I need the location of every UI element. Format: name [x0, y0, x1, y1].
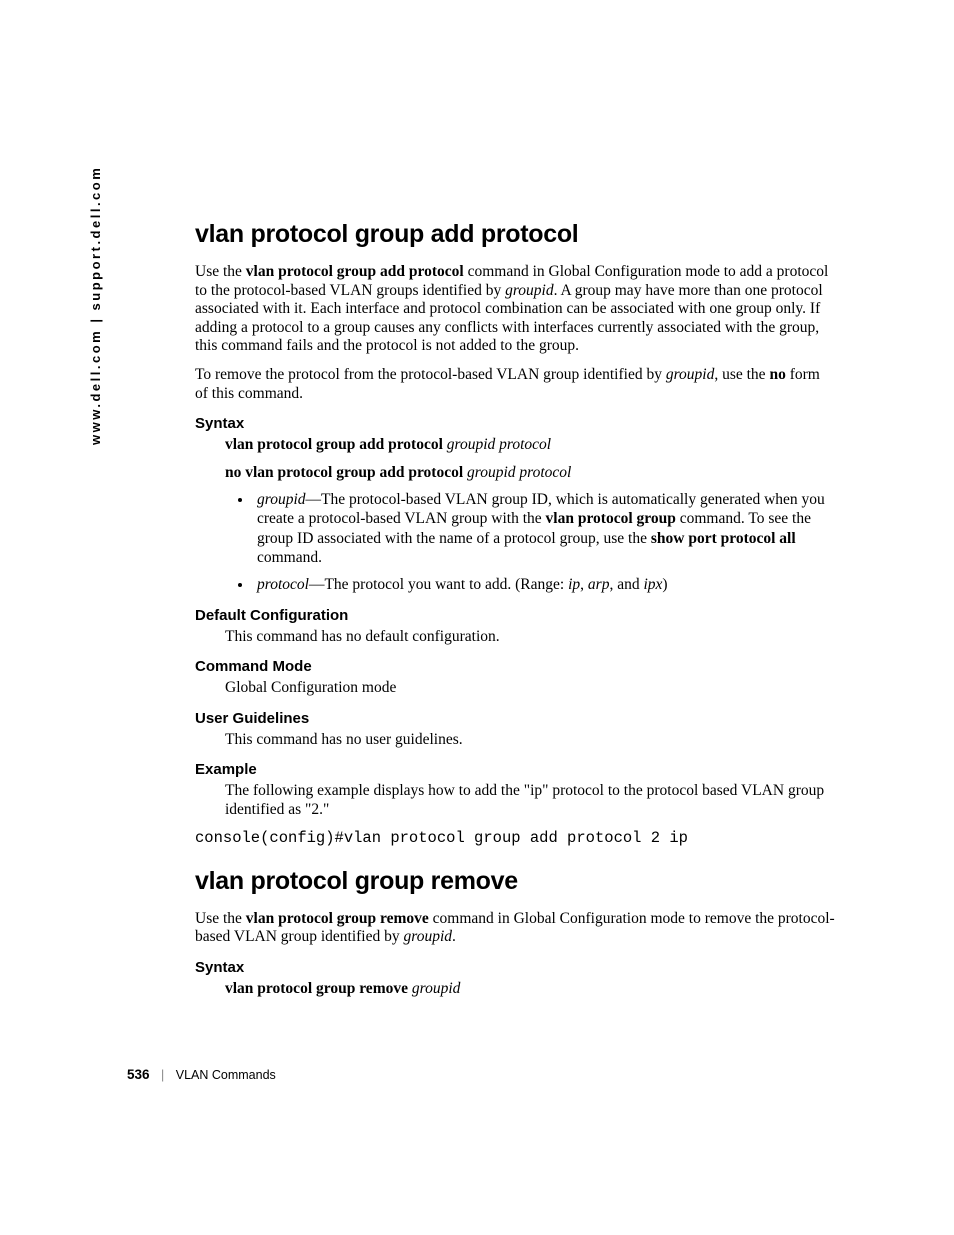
footer-separator: |: [161, 1068, 164, 1082]
command-name: no vlan protocol group add protocol: [225, 464, 463, 481]
example-text: The following example displays how to ad…: [225, 781, 835, 820]
list-item: groupid—The protocol-based VLAN group ID…: [253, 490, 835, 568]
text: ,: [580, 576, 588, 593]
param-groupid: groupid: [257, 491, 306, 508]
example-label: Example: [195, 761, 835, 778]
command-name: show port protocol all: [651, 530, 796, 547]
syntax-label-2: Syntax: [195, 959, 835, 976]
param-groupid: groupid: [404, 928, 453, 945]
command-name: vlan protocol group add protocol: [225, 436, 443, 453]
command-mode-text: Global Configuration mode: [225, 678, 835, 697]
syntax-line-1: vlan protocol group add protocol groupid…: [225, 435, 835, 454]
syntax-params-list: groupid—The protocol-based VLAN group ID…: [195, 490, 835, 595]
text: command.: [257, 549, 322, 566]
value-ipx: ipx: [643, 576, 662, 593]
page-number: 536: [127, 1067, 150, 1082]
param-protocol: protocol: [257, 576, 309, 593]
page-content: vlan protocol group add protocol Use the…: [195, 220, 835, 1006]
command-args: groupid protocol: [447, 436, 551, 453]
command-args: groupid protocol: [467, 464, 571, 481]
command-name: vlan protocol group add protocol: [246, 263, 464, 280]
command-name: vlan protocol group: [546, 510, 676, 527]
command-name: vlan protocol group remove: [246, 910, 429, 927]
section2-heading: vlan protocol group remove: [195, 867, 835, 896]
text: , use the: [714, 366, 769, 383]
text: , and: [609, 576, 643, 593]
page-footer: 536 | VLAN Commands: [127, 1067, 276, 1082]
command-name: vlan protocol group remove: [225, 980, 408, 997]
section1-heading: vlan protocol group add protocol: [195, 220, 835, 249]
sidebar-url: www.dell.com | support.dell.com: [88, 166, 103, 445]
list-item: protocol—The protocol you want to add. (…: [253, 575, 835, 594]
section2-para1: Use the vlan protocol group remove comma…: [195, 910, 835, 947]
syntax-line-2: no vlan protocol group add protocol grou…: [225, 463, 835, 482]
text: Use the: [195, 910, 246, 927]
param-groupid: groupid: [505, 282, 554, 299]
user-guidelines-text: This command has no user guidelines.: [225, 730, 835, 749]
command-mode-label: Command Mode: [195, 658, 835, 675]
text: ): [662, 576, 667, 593]
syntax-label: Syntax: [195, 415, 835, 432]
text: —The protocol you want to add. (Range:: [309, 576, 568, 593]
command-args: groupid: [412, 980, 461, 997]
chapter-title: VLAN Commands: [176, 1068, 276, 1082]
value-arp: arp: [588, 576, 610, 593]
default-config-label: Default Configuration: [195, 607, 835, 624]
example-code: console(config)#vlan protocol group add …: [195, 828, 835, 849]
value-ip: ip: [568, 576, 580, 593]
default-config-text: This command has no default configuratio…: [225, 627, 835, 646]
text: .: [452, 928, 456, 945]
text: Use the: [195, 263, 246, 280]
text: To remove the protocol from the protocol…: [195, 366, 666, 383]
keyword-no: no: [769, 366, 785, 383]
syntax2-line-1: vlan protocol group remove groupid: [225, 979, 835, 998]
section1-para1: Use the vlan protocol group add protocol…: [195, 263, 835, 356]
param-groupid: groupid: [666, 366, 715, 383]
user-guidelines-label: User Guidelines: [195, 710, 835, 727]
section1-para2: To remove the protocol from the protocol…: [195, 366, 835, 403]
